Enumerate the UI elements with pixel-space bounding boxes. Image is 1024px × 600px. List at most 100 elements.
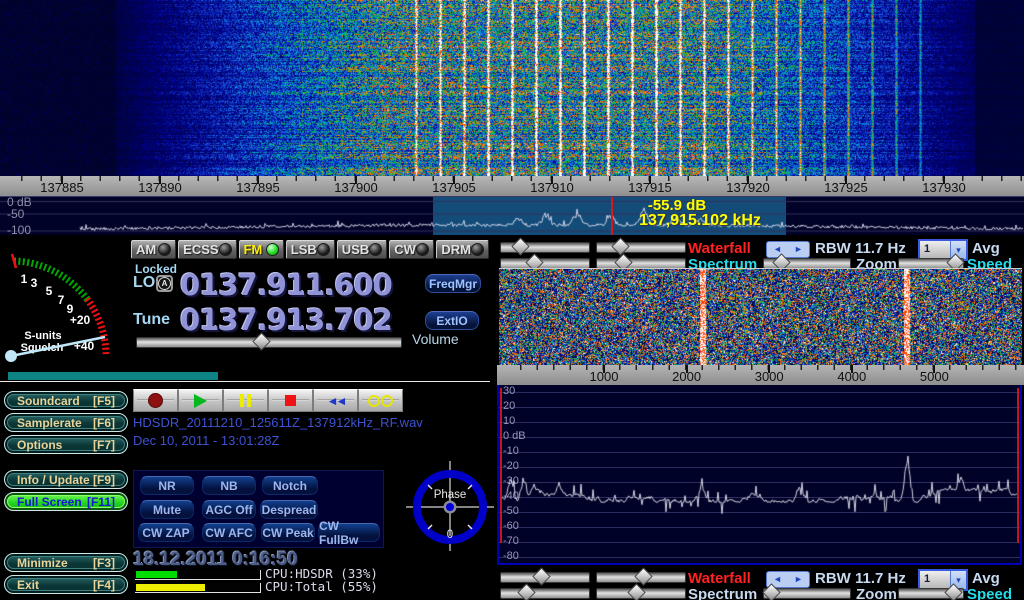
- major-tick: [933, 365, 935, 373]
- s-meter-tick-label: 5: [46, 284, 53, 298]
- rf-frequency-scale[interactable]: 1378851378901378951379001379051379101379…: [0, 176, 1024, 196]
- nr-button[interactable]: NR: [140, 476, 194, 495]
- mode-button-fm[interactable]: FM: [239, 240, 284, 259]
- squelch-level-bar[interactable]: [8, 372, 218, 380]
- pause-button[interactable]: [223, 389, 268, 412]
- mode-button-ecss[interactable]: ECSS: [178, 240, 236, 259]
- db-axis-label: -50: [7, 207, 24, 221]
- waterfall-tab-label-2[interactable]: Waterfall: [688, 570, 751, 587]
- mode-label: AM: [136, 242, 156, 257]
- major-tick: [649, 176, 651, 184]
- slider-thumb[interactable]: [517, 583, 535, 600]
- waterfall-lower-limit-slider[interactable]: [596, 242, 686, 253]
- rf-spectrum-display[interactable]: 0 dB -50 -100 -55.9 dB 137,915.102 kHz: [0, 196, 1024, 235]
- agc-off-button[interactable]: AGC Off: [202, 500, 256, 519]
- minimize-button[interactable]: Minimize[F3]: [4, 553, 128, 572]
- exit-button[interactable]: Exit[F4]: [4, 575, 128, 594]
- freqmgr-button[interactable]: FreqMgr: [425, 274, 481, 293]
- button-label: Soundcard: [17, 394, 80, 408]
- soundcard-button[interactable]: Soundcard[F5]: [4, 391, 128, 410]
- af-spectrum-display[interactable]: 3020100 dB-10-20-30-40-50-60-70-80: [497, 385, 1022, 565]
- mode-label: USB: [342, 242, 369, 257]
- cursor-frequency-readout: 137,915.102 kHz: [639, 212, 761, 230]
- speed-slider-2[interactable]: [898, 588, 964, 599]
- avg-dropdown-value: 1: [920, 571, 950, 589]
- button-hotkey: [F11]: [87, 495, 115, 509]
- mode-button-usb[interactable]: USB: [337, 240, 387, 259]
- slider-thumb[interactable]: [611, 237, 629, 255]
- mode-button-drm[interactable]: DRM: [436, 240, 489, 259]
- lo-frequency-readout[interactable]: 0137.911.600: [180, 268, 392, 302]
- spectrum-tab-label-2[interactable]: Spectrum: [688, 586, 757, 600]
- phase-title: Phase: [434, 489, 467, 501]
- mode-label: DRM: [441, 242, 471, 257]
- record-button[interactable]: [133, 389, 178, 412]
- mode-led-icon: [317, 243, 330, 256]
- play-button[interactable]: [178, 389, 223, 412]
- zoom-slider-2[interactable]: [763, 588, 851, 599]
- lo-assign-button[interactable]: A: [156, 275, 173, 292]
- speed-label-2: Speed: [967, 586, 1012, 600]
- waterfall-lower-limit-slider-2[interactable]: [596, 572, 686, 583]
- samplerate-button[interactable]: Samplerate[F6]: [4, 413, 128, 432]
- mode-button-lsb[interactable]: LSB: [286, 240, 335, 259]
- cpu-total-bar-fill: [136, 584, 205, 591]
- mode-button-am[interactable]: AM: [131, 240, 176, 259]
- s-meter-tick-label: +20: [70, 313, 91, 327]
- db-axis-label: -100: [7, 223, 31, 237]
- options-button[interactable]: Options [F7]: [4, 435, 128, 454]
- rbw-label-2: RBW 11.7 Hz: [815, 570, 906, 587]
- slider-thumb[interactable]: [512, 237, 530, 255]
- play-icon: [194, 394, 207, 408]
- recording-filename: HDSDR_20111210_125611Z_137912kHz_RF.wav: [133, 415, 423, 430]
- stop-icon: [285, 395, 296, 406]
- rewind-button[interactable]: ◄◄: [313, 389, 358, 412]
- button-hotkey: [F6]: [93, 416, 115, 430]
- mode-led-icon: [266, 243, 279, 256]
- s-meter-tick-label: 1: [21, 272, 28, 286]
- info-update-button[interactable]: Info / Update[F9]: [4, 470, 128, 489]
- cw-peak-button[interactable]: CW Peak: [261, 523, 315, 542]
- button-hotkey: [F7]: [93, 438, 115, 452]
- tune-cursor-line[interactable]: [611, 197, 613, 235]
- loop-icon: [368, 395, 393, 407]
- spectrum-upper-limit-slider-2[interactable]: [500, 588, 590, 599]
- volume-label: Volume: [412, 331, 459, 347]
- cw-fullbw-button[interactable]: CW FullBw: [318, 523, 380, 542]
- af-waterfall-display[interactable]: [499, 268, 1022, 365]
- stop-button[interactable]: [268, 389, 313, 412]
- record-icon: [148, 393, 163, 408]
- slider-thumb[interactable]: [532, 567, 550, 585]
- major-tick: [453, 176, 455, 184]
- rbw-spinner[interactable]: ◄ ►: [766, 241, 810, 258]
- spinner-left-arrow-icon[interactable]: ◄: [773, 575, 782, 584]
- spinner-right-arrow-icon[interactable]: ►: [794, 245, 803, 254]
- button-label: Options: [17, 438, 62, 452]
- spectrum-lower-limit-slider-2[interactable]: [596, 588, 686, 599]
- nb-button[interactable]: NB: [202, 476, 256, 495]
- panel-divider-line: [0, 381, 490, 382]
- waterfall-upper-limit-slider-2[interactable]: [500, 572, 590, 583]
- waterfall-tab-label[interactable]: Waterfall: [688, 240, 751, 257]
- notch-button[interactable]: Notch: [262, 476, 318, 495]
- mode-button-cw[interactable]: CW: [389, 240, 434, 259]
- cw-zap-button[interactable]: CW ZAP: [138, 523, 194, 542]
- major-tick: [61, 176, 63, 184]
- cpu-total-label: CPU:Total (55%): [265, 579, 378, 594]
- mute-button[interactable]: Mute: [140, 500, 194, 519]
- af-frequency-scale[interactable]: 10002000300040005000: [497, 365, 1024, 385]
- waterfall-upper-limit-slider[interactable]: [500, 242, 590, 253]
- despread-button[interactable]: Despread: [260, 500, 318, 519]
- cw-afc-button[interactable]: CW AFC: [202, 523, 256, 542]
- loop-button[interactable]: [358, 389, 403, 412]
- rf-waterfall-display[interactable]: [0, 0, 1024, 176]
- extio-button[interactable]: ExtIO: [425, 311, 479, 330]
- tune-frequency-readout[interactable]: 0137.913.702: [180, 303, 392, 337]
- s-meter-tick-label: 7: [58, 293, 65, 307]
- volume-slider[interactable]: [136, 337, 402, 348]
- full-screen-button[interactable]: Full Screen[F11]: [4, 492, 128, 511]
- major-tick: [257, 176, 259, 184]
- lo-label: LO: [133, 274, 155, 292]
- s-units-label: S-units: [24, 330, 61, 342]
- spinner-right-arrow-icon[interactable]: ►: [794, 575, 803, 584]
